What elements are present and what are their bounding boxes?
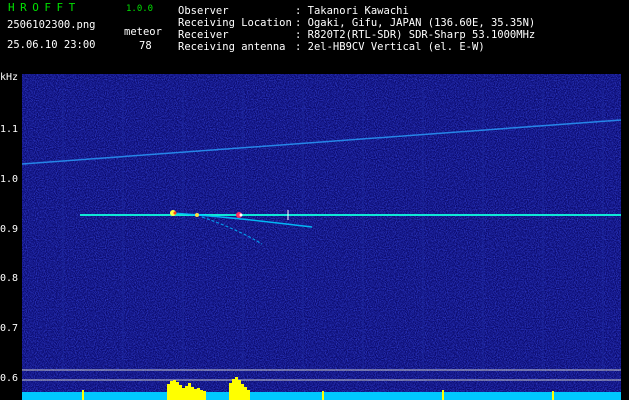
observer-value: : Takanori Kawachi bbox=[295, 5, 409, 17]
y-tick-0.9: 0.9 bbox=[0, 224, 19, 235]
histogram-baseline bbox=[22, 392, 621, 400]
file-datetime: 25.06.10 23:00 bbox=[7, 39, 96, 51]
file-name: 2506102300.png bbox=[7, 19, 96, 31]
y-tick-0.7: 0.7 bbox=[0, 323, 19, 334]
spectrogram-noise bbox=[22, 74, 621, 400]
meteor-label: meteor bbox=[124, 26, 162, 38]
receiver-value: : R820T2(RTL-SDR) SDR-Sharp 53.1000MHz bbox=[295, 29, 536, 41]
spectrogram bbox=[22, 74, 621, 400]
app-version: 1.0.0 bbox=[126, 4, 154, 14]
location-value: : Ogaki, Gifu, JAPAN (136.60E, 35.35N) bbox=[295, 17, 536, 29]
antenna-label: Receiving antenna bbox=[178, 41, 286, 53]
unit-label: kHz bbox=[0, 72, 19, 83]
antenna-value: : 2el-HB9CV Vertical (el. E-W) bbox=[295, 41, 485, 53]
y-tick-1.0: 1.0 bbox=[0, 174, 19, 185]
location-label: Receiving Location bbox=[178, 17, 292, 29]
header-panel: HROFFT 1.0.0 2506102300.png 25.06.10 23:… bbox=[0, 0, 629, 72]
y-tick-1.1: 1.1 bbox=[0, 124, 19, 135]
observer-label: Observer bbox=[178, 5, 229, 17]
meteor-count: 78 bbox=[139, 40, 152, 52]
app-title: HROFFT bbox=[8, 1, 81, 14]
receiver-label: Receiver bbox=[178, 29, 229, 41]
y-tick-0.6: 0.6 bbox=[0, 373, 19, 384]
y-tick-0.8: 0.8 bbox=[0, 273, 19, 284]
